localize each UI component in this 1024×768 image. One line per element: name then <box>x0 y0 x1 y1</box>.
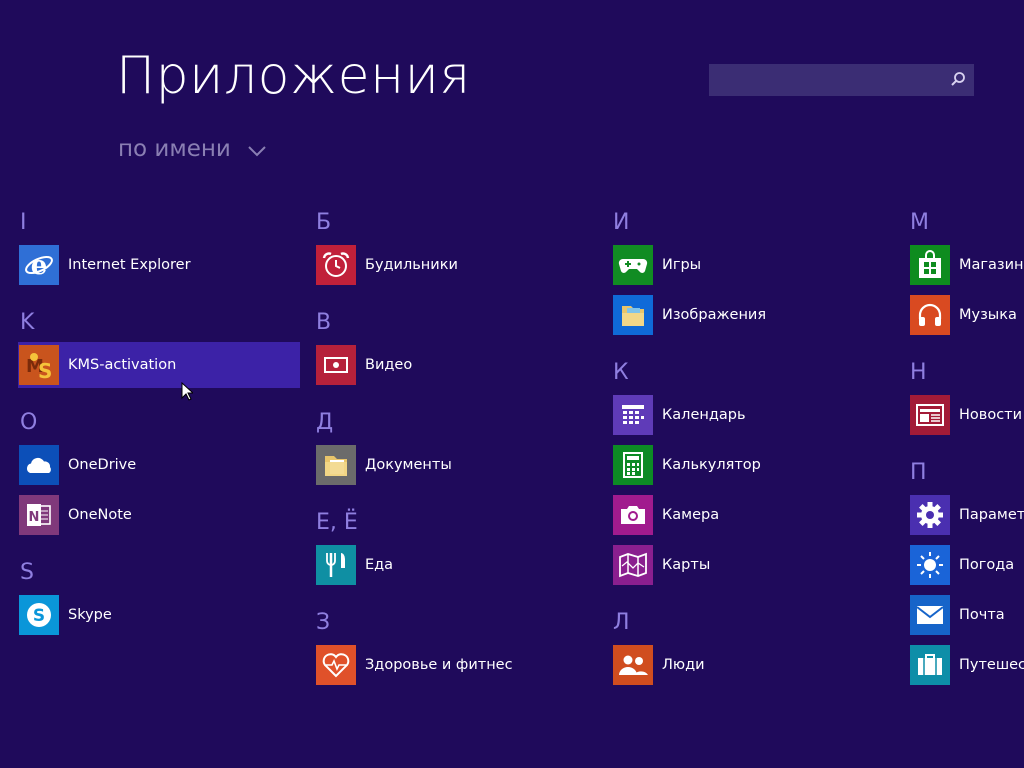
group-header-p: П <box>910 460 927 485</box>
app-label: Документы <box>365 457 452 473</box>
app-onedrive[interactable]: OneDrive <box>18 442 300 488</box>
folder-icon <box>316 445 356 485</box>
app-label: Internet Explorer <box>68 257 191 273</box>
app-pictures[interactable]: Изображения <box>612 292 894 338</box>
app-games[interactable]: Игры <box>612 242 894 288</box>
app-maps[interactable]: Карты <box>612 542 894 588</box>
app-label: Камера <box>662 507 720 523</box>
store-bag-icon <box>910 245 950 285</box>
video-icon <box>316 345 356 385</box>
group-header-s: S <box>20 560 34 585</box>
app-label: Калькулятор <box>662 457 761 473</box>
group-header-l: Л <box>613 610 630 635</box>
kms-activation-icon: MS <box>19 345 59 385</box>
app-label: OneNote <box>68 507 132 523</box>
heart-pulse-icon <box>316 645 356 685</box>
svg-text:e: e <box>31 251 48 280</box>
pictures-folder-icon <box>613 295 653 335</box>
people-icon <box>613 645 653 685</box>
map-icon <box>613 545 653 585</box>
app-weather[interactable]: Погода <box>909 542 1024 588</box>
search-button[interactable] <box>946 70 970 92</box>
app-label: Skype <box>68 607 112 623</box>
app-label: Музыка <box>959 307 1017 323</box>
app-documents[interactable]: Документы <box>315 442 597 488</box>
gamepad-icon <box>613 245 653 285</box>
app-label: Новости <box>959 407 1023 423</box>
group-header-d: Д <box>316 410 334 435</box>
onenote-icon: N <box>19 495 59 535</box>
app-label: Погода <box>959 557 1015 573</box>
app-label: Карты <box>662 557 711 573</box>
app-travel[interactable]: Путешествия <box>909 642 1024 688</box>
skype-icon: S <box>19 595 59 635</box>
group-header-i: I <box>20 210 27 235</box>
app-skype[interactable]: S Skype <box>18 592 300 638</box>
app-label: Будильники <box>365 257 458 273</box>
app-label: Изображения <box>662 307 767 323</box>
mouse-pointer-icon <box>181 381 195 405</box>
app-news[interactable]: Новости <box>909 392 1024 438</box>
app-food[interactable]: Еда <box>315 542 597 588</box>
app-calculator[interactable]: Калькулятор <box>612 442 894 488</box>
app-kms-activation[interactable]: MS KMS-activation <box>18 342 300 388</box>
mail-icon <box>910 595 950 635</box>
app-label: OneDrive <box>68 457 137 473</box>
app-label: Параметры <box>959 507 1024 523</box>
app-video[interactable]: Видео <box>315 342 597 388</box>
app-label: Здоровье и фитнес <box>365 657 513 673</box>
group-header-n: Н <box>910 360 927 385</box>
app-camera[interactable]: Камера <box>612 492 894 538</box>
app-settings[interactable]: Параметры <box>909 492 1024 538</box>
fork-knife-icon <box>316 545 356 585</box>
app-label: Люди <box>662 657 705 673</box>
search-input[interactable] <box>709 64 974 96</box>
app-label: Еда <box>365 557 394 573</box>
app-health-fitness[interactable]: Здоровье и фитнес <box>315 642 597 688</box>
app-music[interactable]: Музыка <box>909 292 1024 338</box>
group-header-z: З <box>316 610 331 635</box>
app-onenote[interactable]: N OneNote <box>18 492 300 538</box>
app-label: Магазин <box>959 257 1024 273</box>
app-label: Календарь <box>662 407 746 423</box>
app-label: Видео <box>365 357 413 373</box>
calculator-icon <box>613 445 653 485</box>
group-header-k: K <box>20 310 35 335</box>
svg-text:S: S <box>33 606 45 626</box>
alarm-clock-icon <box>316 245 356 285</box>
app-people[interactable]: Люди <box>612 642 894 688</box>
camera-icon <box>613 495 653 535</box>
app-mail[interactable]: Почта <box>909 592 1024 638</box>
sort-by-name-dropdown[interactable]: по имени <box>118 136 266 163</box>
app-calendar[interactable]: Календарь <box>612 392 894 438</box>
group-header-v: В <box>316 310 332 335</box>
search-icon <box>950 71 966 91</box>
app-label: Путешествия <box>959 657 1024 673</box>
group-header-i-cyr: И <box>613 210 630 235</box>
app-alarms[interactable]: Будильники <box>315 242 597 288</box>
page-title: Приложения <box>116 46 471 106</box>
sort-label: по имени <box>118 136 231 162</box>
group-header-b: Б <box>316 210 332 235</box>
group-header-m: М <box>910 210 929 235</box>
cloud-icon <box>19 445 59 485</box>
app-internet-explorer[interactable]: e Internet Explorer <box>18 242 300 288</box>
chevron-down-icon <box>248 137 266 163</box>
sun-icon <box>910 545 950 585</box>
group-header-o: O <box>20 410 38 435</box>
svg-text:S: S <box>38 359 52 382</box>
gear-icon <box>910 495 950 535</box>
group-header-e: Е, Ё <box>316 510 358 535</box>
app-label: Почта <box>959 607 1005 623</box>
news-icon <box>910 395 950 435</box>
app-store[interactable]: Магазин <box>909 242 1024 288</box>
suitcase-icon <box>910 645 950 685</box>
internet-explorer-icon: e <box>19 245 59 285</box>
app-label: Игры <box>662 257 702 273</box>
calendar-icon <box>613 395 653 435</box>
app-label: KMS-activation <box>68 357 177 373</box>
headphones-icon <box>910 295 950 335</box>
svg-text:N: N <box>29 510 40 525</box>
group-header-k-cyr: К <box>613 360 629 385</box>
